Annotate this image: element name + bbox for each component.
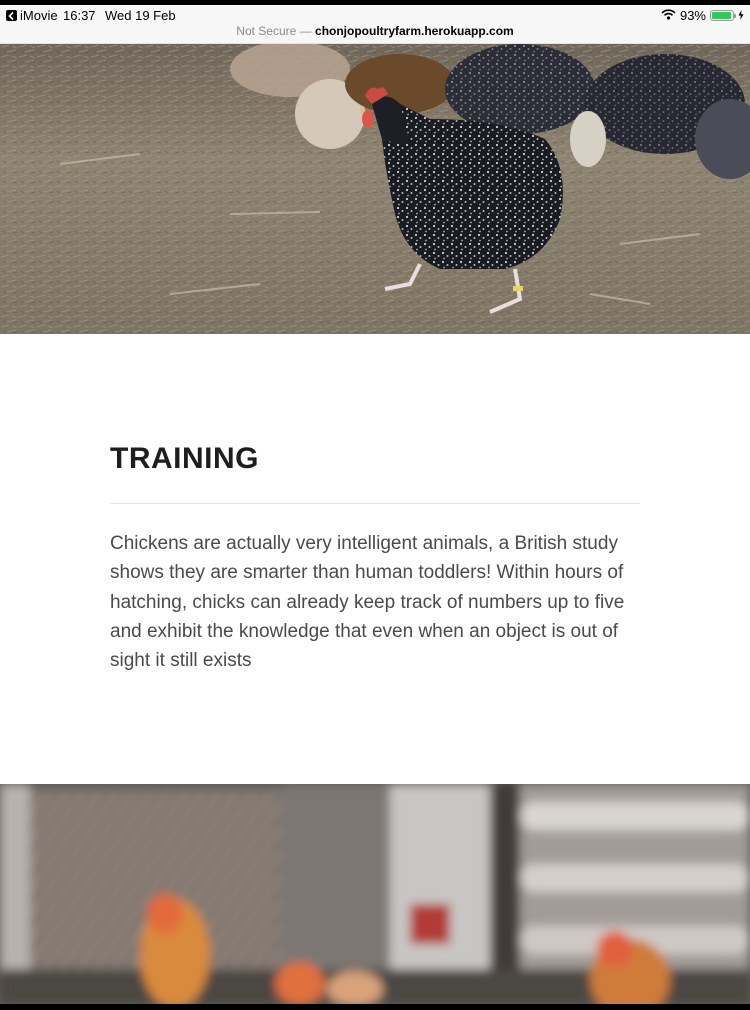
training-section: TRAINING Chickens are actually very inte…	[0, 334, 750, 784]
charging-bolt-icon	[738, 8, 744, 23]
address-bar[interactable]: Not Secure — chonjopoultryfarm.herokuapp…	[0, 24, 750, 42]
back-app-label: iMovie	[20, 8, 58, 23]
battery-percent: 93%	[679, 8, 706, 23]
section-body: Chickens are actually very intelligent a…	[110, 533, 625, 672]
section-title: TRAINING	[110, 442, 259, 475]
back-to-app-button[interactable]: iMovie	[6, 8, 58, 23]
url-domain: chonjopoultryfarm.herokuapp.com	[315, 24, 514, 38]
section-divider	[110, 503, 640, 504]
browser-chrome: iMovie 16:37 Wed 19 Feb 93% Not Secure —…	[0, 5, 750, 44]
battery-tip	[734, 14, 736, 18]
battery-fill	[712, 12, 731, 19]
coop-hens-photo	[0, 784, 750, 1004]
bottom-bezel	[0, 1004, 750, 1010]
status-time: 16:37	[63, 8, 96, 23]
chevron-left-icon	[6, 10, 17, 21]
status-bar: iMovie 16:37 Wed 19 Feb 93%	[0, 5, 750, 25]
hero-chicken-photo	[0, 44, 750, 334]
wifi-icon	[661, 8, 676, 23]
security-label: Not Secure —	[236, 24, 312, 38]
status-right-group: 93%	[661, 8, 744, 23]
status-date: Wed 19 Feb	[105, 8, 176, 23]
battery-icon	[710, 10, 736, 21]
device-screen: iMovie 16:37 Wed 19 Feb 93% Not Secure —…	[0, 0, 750, 1010]
